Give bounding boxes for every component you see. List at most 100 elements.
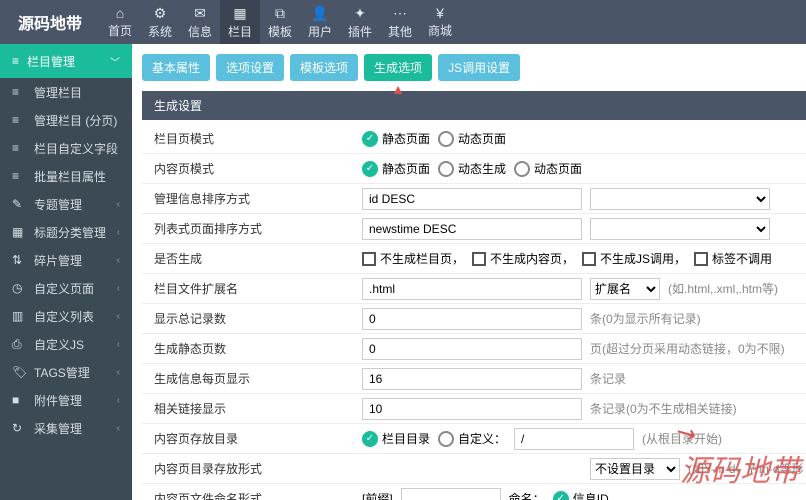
side-icon: ✎ bbox=[12, 197, 26, 211]
nav-label: 模板 bbox=[268, 23, 292, 40]
topnav-用户[interactable]: 👤用户 bbox=[300, 0, 340, 44]
tab-基本属性[interactable]: 基本属性 bbox=[142, 54, 210, 81]
radio-label: 信息ID bbox=[573, 490, 609, 500]
label-total: 显示总记录数 bbox=[142, 310, 362, 327]
chevron-left-icon: ‹ bbox=[117, 255, 120, 266]
dir-form-select[interactable]: 不设置目录 bbox=[590, 458, 680, 480]
radio-icon bbox=[362, 161, 378, 177]
sidebar-item-管理栏目 (分页)[interactable]: ≡管理栏目 (分页) bbox=[0, 106, 132, 134]
ext-select[interactable]: 扩展名 bbox=[590, 278, 660, 300]
nav-icon: ⧉ bbox=[275, 5, 285, 22]
store-dir-radio-0[interactable]: 栏目目录 bbox=[362, 430, 430, 447]
radio-label: 动态页面 bbox=[534, 160, 582, 177]
tab-生成选项[interactable]: 生成选项▲ bbox=[364, 54, 432, 81]
gen-check-0[interactable]: 不生成栏目页， bbox=[362, 250, 464, 267]
side-label: 管理栏目 bbox=[34, 84, 82, 101]
tab-选项设置[interactable]: 选项设置 bbox=[216, 54, 284, 81]
sidebar-item-自定义JS[interactable]: ⎙自定义JS‹ bbox=[0, 330, 132, 358]
sidebar-item-采集管理[interactable]: ↻采集管理‹ bbox=[0, 414, 132, 442]
related-input[interactable] bbox=[362, 398, 582, 420]
topnav-插件[interactable]: ✦插件 bbox=[340, 0, 380, 44]
label-name-form: 内容页文件命名形式 bbox=[142, 490, 362, 500]
side-icon: ◷ bbox=[12, 281, 26, 295]
main-area: 基本属性选项设置模板选项生成选项▲JS调用设置 生成设置 栏目页模式 静态页面动… bbox=[132, 44, 806, 500]
radio-icon bbox=[514, 161, 530, 177]
sort-input[interactable] bbox=[362, 188, 582, 210]
checkbox-icon bbox=[362, 252, 376, 266]
gen-check-2[interactable]: 不生成JS调用， bbox=[582, 250, 686, 267]
sidebar-item-自定义列表[interactable]: ▥自定义列表‹ bbox=[0, 302, 132, 330]
nav-label: 栏目 bbox=[228, 23, 252, 40]
sidebar-item-栏目自定义字段[interactable]: ≡栏目自定义字段 bbox=[0, 134, 132, 162]
col-mode-radio-1[interactable]: 动态页面 bbox=[438, 130, 506, 147]
label-list-sort: 列表式页面排序方式 bbox=[142, 220, 362, 237]
custom-dir-input[interactable] bbox=[514, 428, 634, 450]
topnav-首页[interactable]: ⌂首页 bbox=[100, 0, 140, 44]
prefix-input[interactable] bbox=[401, 488, 501, 500]
radio-label: 动态生成 bbox=[458, 160, 506, 177]
nav-icon: ¥ bbox=[436, 5, 444, 21]
check-label: 不生成内容页， bbox=[490, 250, 574, 267]
topnav-模板[interactable]: ⧉模板 bbox=[260, 0, 300, 44]
topnav-信息[interactable]: ✉信息 bbox=[180, 0, 220, 44]
nav-icon: 👤 bbox=[311, 5, 328, 22]
side-label: 采集管理 bbox=[34, 420, 82, 437]
side-label: 附件管理 bbox=[34, 392, 82, 409]
content-mode-radio-2[interactable]: 动态页面 bbox=[514, 160, 582, 177]
sidebar-item-碎片管理[interactable]: ⇅碎片管理‹ bbox=[0, 246, 132, 274]
sidebar-item-批量栏目属性[interactable]: ≡批量栏目属性 bbox=[0, 162, 132, 190]
list-sort-select[interactable] bbox=[590, 218, 770, 240]
topnav-商城[interactable]: ¥商城 bbox=[420, 0, 460, 44]
nav-label: 插件 bbox=[348, 23, 372, 40]
side-label: 标题分类管理 bbox=[34, 224, 106, 241]
topnav-系统[interactable]: ⚙系统 bbox=[140, 0, 180, 44]
store-dir-radio-1[interactable]: 自定义： bbox=[438, 430, 506, 447]
indicator-arrow-icon: ▲ bbox=[391, 81, 405, 97]
sidebar-item-专题管理[interactable]: ✎专题管理‹ bbox=[0, 190, 132, 218]
label-content-mode: 内容页模式 bbox=[142, 160, 362, 177]
sidebar-item-自定义页面[interactable]: ◷自定义页面‹ bbox=[0, 274, 132, 302]
sidebar-item-TAGS管理[interactable]: 🏷TAGS管理‹ bbox=[0, 358, 132, 386]
store-dir-hint: (从根目录开始) bbox=[642, 430, 722, 447]
label-col-mode: 栏目页模式 bbox=[142, 130, 362, 147]
content-mode-radio-0[interactable]: 静态页面 bbox=[362, 160, 430, 177]
label-per-page: 生成信息每页显示 bbox=[142, 370, 362, 387]
col-mode-radio-0[interactable]: 静态页面 bbox=[362, 130, 430, 147]
checkbox-icon bbox=[694, 252, 708, 266]
label-static-pages: 生成静态页数 bbox=[142, 340, 362, 357]
nav-label: 其他 bbox=[388, 23, 412, 40]
sidebar-item-管理栏目[interactable]: ≡管理栏目 bbox=[0, 78, 132, 106]
nav-label: 首页 bbox=[108, 22, 132, 39]
topnav-其他[interactable]: ⋯其他 bbox=[380, 0, 420, 44]
name-form-radio-0[interactable]: 信息ID bbox=[553, 490, 609, 500]
sidebar-item-附件管理[interactable]: ■附件管理‹ bbox=[0, 386, 132, 414]
content-mode-radio-1[interactable]: 动态生成 bbox=[438, 160, 506, 177]
radio-label: 自定义： bbox=[458, 430, 506, 447]
per-page-input[interactable] bbox=[362, 368, 582, 390]
nav-icon: ⋯ bbox=[393, 5, 407, 22]
side-label: 栏目自定义字段 bbox=[34, 140, 118, 157]
chevron-left-icon: ‹ bbox=[117, 339, 120, 350]
side-label: 专题管理 bbox=[34, 196, 82, 213]
nav-icon: ⌂ bbox=[116, 5, 124, 21]
gen-check-3[interactable]: 标签不调用 bbox=[694, 250, 772, 267]
brand-logo: 源码地带 bbox=[0, 10, 100, 34]
checkbox-icon bbox=[582, 252, 596, 266]
sort-select[interactable] bbox=[590, 188, 770, 210]
side-label: TAGS管理 bbox=[34, 364, 90, 381]
total-input[interactable] bbox=[362, 308, 582, 330]
topnav-栏目[interactable]: ▦栏目 bbox=[220, 0, 260, 44]
tab-JS调用设置[interactable]: JS调用设置 bbox=[438, 54, 520, 81]
check-label: 不生成JS调用， bbox=[600, 250, 686, 267]
sidebar-item-标题分类管理[interactable]: ▦标题分类管理‹ bbox=[0, 218, 132, 246]
label-store-dir: 内容页存放目录 bbox=[142, 430, 362, 447]
sidebar-header[interactable]: ≡ 栏目管理 ﹀ bbox=[0, 44, 132, 78]
nav-icon: ✦ bbox=[354, 5, 366, 22]
static-pages-input[interactable] bbox=[362, 338, 582, 360]
radio-icon bbox=[438, 431, 454, 447]
tab-模板选项[interactable]: 模板选项 bbox=[290, 54, 358, 81]
sidebar-header-label: 栏目管理 bbox=[27, 53, 75, 70]
list-sort-input[interactable] bbox=[362, 218, 582, 240]
gen-check-1[interactable]: 不生成内容页， bbox=[472, 250, 574, 267]
ext-input[interactable] bbox=[362, 278, 582, 300]
